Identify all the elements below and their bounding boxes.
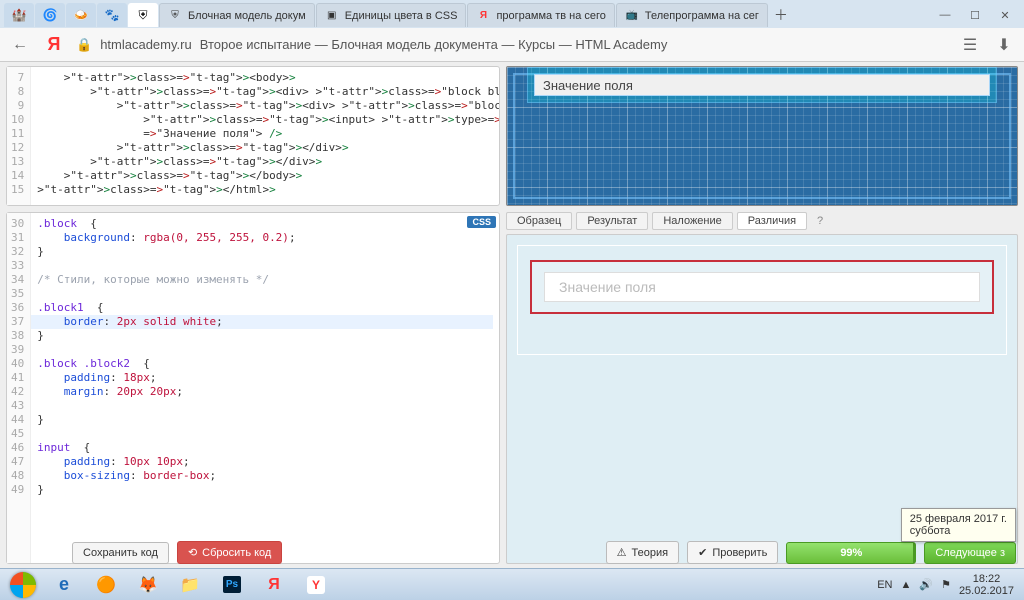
close-button[interactable]: ✕: [990, 5, 1020, 25]
task-ie[interactable]: e: [44, 571, 84, 599]
firefox-icon: 🦊: [138, 575, 158, 595]
task-chrome[interactable]: 🟠: [86, 571, 126, 599]
tab-overlay[interactable]: Наложение: [652, 212, 732, 230]
html-code[interactable]: >"t-attr">>class>=>"t-tag">><body>> >"t-…: [31, 67, 499, 205]
preview-field: Значение поля: [534, 74, 990, 96]
page-content: 789101112131415 >"t-attr">>class>=>"t-ta…: [0, 62, 1024, 568]
start-button[interactable]: [4, 571, 42, 599]
tab-label: Телепрограмма на сег: [645, 10, 759, 22]
shield-icon: ⛨: [168, 9, 182, 23]
reset-icon: ⟲: [188, 546, 197, 559]
tab-2[interactable]: Япрограмма тв на сего: [467, 3, 614, 27]
address-bar: ← Я 🔒 htmlacademy.ru Второе испытание — …: [0, 28, 1024, 62]
system-tray: EN ▲ 🔊 ⚑ 18:22 25.02.2017: [877, 573, 1020, 597]
yandex-icon: Я: [268, 576, 280, 594]
tab-1[interactable]: ▣ Единицы цвета в CSS: [316, 3, 467, 27]
maximize-button[interactable]: ☐: [960, 5, 990, 25]
pinned-tab-5[interactable]: ⛨: [128, 3, 158, 27]
downloads-button[interactable]: ⬇: [992, 33, 1016, 57]
css-gutter: 3031323334353637383940414243444546474849: [7, 213, 31, 563]
ie-icon: e: [59, 574, 69, 595]
tab-diff[interactable]: Различия: [737, 212, 807, 230]
task-photoshop[interactable]: Ps: [212, 571, 252, 599]
url-field[interactable]: 🔒 htmlacademy.ru Второе испытание — Блоч…: [76, 37, 948, 53]
plate-icon: 🍛: [74, 8, 89, 22]
back-button[interactable]: ←: [8, 33, 32, 57]
css-code[interactable]: .block { background: rgba(0, 255, 255, 0…: [31, 213, 499, 563]
css-editor[interactable]: CSS 303132333435363738394041424344454647…: [6, 212, 500, 564]
tab-0[interactable]: ⛨ Блочная модель докум: [159, 3, 315, 27]
spiral-icon: 🌀: [43, 8, 58, 22]
yandex-home-button[interactable]: Я: [42, 33, 66, 57]
date-tooltip: 25 февраля 2017 г. суббота: [901, 508, 1016, 542]
lock-icon: 🔒: [76, 37, 92, 53]
warning-icon: ⚠: [617, 546, 627, 559]
tray-lang[interactable]: EN: [877, 579, 892, 591]
new-tab-button[interactable]: ＋: [769, 4, 793, 26]
css-badge: CSS: [467, 216, 496, 228]
taskbar: e 🟠 🦊 📁 Ps Я Y EN ▲ 🔊 ⚑ 18:22 25.02.2017: [0, 568, 1024, 600]
diff-field: Значение поля: [544, 272, 980, 302]
tab-result[interactable]: Результат: [576, 212, 648, 230]
y-icon: Y: [307, 576, 325, 594]
shield-icon: ⛨: [138, 8, 147, 23]
html-editor[interactable]: 789101112131415 >"t-attr">>class>=>"t-ta…: [6, 66, 500, 206]
pinned-tab-1[interactable]: 🏰: [4, 3, 34, 27]
progress-bar: 99%: [786, 542, 916, 564]
folder-icon: 📁: [180, 575, 200, 595]
tab-label: программа тв на сего: [496, 10, 605, 22]
help-button[interactable]: ?: [811, 215, 829, 227]
check-button[interactable]: ✔Проверить: [687, 541, 778, 564]
pinned-tab-3[interactable]: 🍛: [66, 3, 96, 27]
theory-button[interactable]: ⚠Теория: [606, 541, 679, 564]
reset-button[interactable]: ⟲Сбросить код: [177, 541, 282, 564]
tab-sample[interactable]: Образец: [506, 212, 572, 230]
result-tabs: Образец Результат Наложение Различия ?: [506, 212, 1018, 230]
castle-icon: 🏰: [12, 8, 27, 22]
task-yandex-search[interactable]: Я: [254, 571, 294, 599]
save-button[interactable]: Сохранить код: [72, 542, 169, 564]
extension-button[interactable]: ☰: [958, 33, 982, 57]
minimize-button[interactable]: —: [930, 5, 960, 25]
yandex-icon: Я: [476, 9, 490, 23]
tray-up-icon[interactable]: ▲: [900, 579, 911, 591]
url-title: Второе испытание — Блочная модель докуме…: [200, 37, 668, 52]
next-button[interactable]: Следующее з: [924, 542, 1016, 564]
tab-3[interactable]: 📺 Телепрограмма на сег: [616, 3, 768, 27]
pinned-tab-4[interactable]: 🐾: [97, 3, 127, 27]
browser-tabs-bar: 🏰 🌀 🍛 🐾 ⛨ ⛨ Блочная модель докум ▣ Единицы…: [0, 0, 1024, 28]
url-domain: htmlacademy.ru: [100, 37, 192, 52]
tv-icon: 📺: [625, 9, 639, 23]
chrome-icon: 🟠: [96, 575, 116, 595]
tab-label: Блочная модель докум: [188, 10, 306, 22]
bottom-toolbar: Сохранить код ⟲Сбросить код ⚠Теория ✔Про…: [72, 541, 1016, 564]
paw-icon: 🐾: [105, 8, 120, 22]
tab-label: Единицы цвета в CSS: [345, 10, 458, 22]
tray-clock[interactable]: 18:22 25.02.2017: [959, 573, 1014, 597]
pinned-tab-2[interactable]: 🌀: [35, 3, 65, 27]
preview-model: Значение поля: [506, 66, 1018, 206]
tray-flag-icon[interactable]: ⚑: [941, 578, 951, 591]
ps-icon: Ps: [223, 576, 241, 593]
html-gutter: 789101112131415: [7, 67, 31, 205]
page-icon: ▣: [325, 9, 339, 23]
task-yandex-browser[interactable]: Y: [296, 571, 336, 599]
check-icon: ✔: [698, 546, 707, 559]
task-firefox[interactable]: 🦊: [128, 571, 168, 599]
tray-sound-icon[interactable]: 🔊: [919, 578, 933, 591]
task-explorer[interactable]: 📁: [170, 571, 210, 599]
